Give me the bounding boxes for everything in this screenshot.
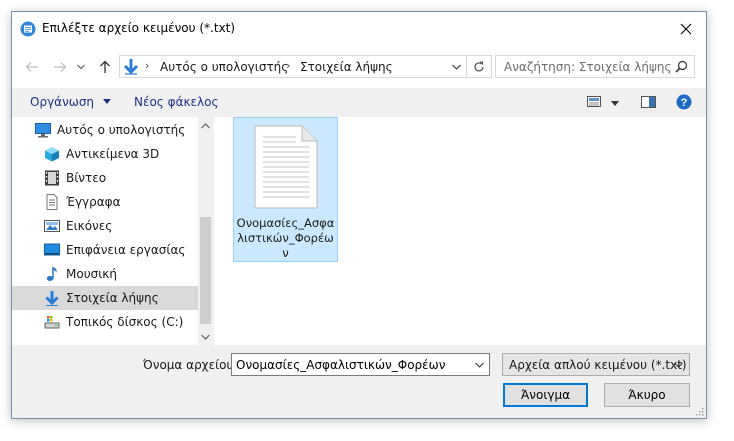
filetype-dropdown-button[interactable] bbox=[669, 354, 687, 375]
filetype-value: Αρχεία απλού κειμένου (*.txt) bbox=[509, 358, 687, 372]
view-options-icon[interactable] bbox=[587, 96, 601, 108]
scroll-thumb[interactable] bbox=[200, 217, 211, 324]
scroll-up-button[interactable] bbox=[198, 117, 213, 134]
caret-down-icon bbox=[102, 99, 111, 104]
file-name-label: Ονομασίες_Ασφαλιστικών_Φορέων bbox=[236, 216, 335, 260]
nav-item-music[interactable]: Μουσική bbox=[12, 262, 198, 286]
filename-label: Όνομα αρχείου: bbox=[143, 358, 238, 372]
address-dropdown-button[interactable] bbox=[445, 56, 467, 77]
arrow-right-icon bbox=[54, 62, 67, 72]
navigation-pane: Αυτός ο υπολογιστής Αντικείμενα 3D Βίντε… bbox=[12, 117, 213, 345]
chevron-down-icon bbox=[673, 362, 683, 368]
desktop-icon bbox=[44, 243, 60, 256]
title-bar: Επιλέξτε αρχείο κειμένου (*.txt) bbox=[12, 12, 706, 46]
refresh-button[interactable] bbox=[466, 56, 491, 77]
filename-input[interactable] bbox=[232, 354, 471, 375]
open-file-dialog: Επιλέξτε αρχείο κειμένου (*.txt) › Αυτός… bbox=[11, 11, 707, 419]
filename-combobox[interactable] bbox=[231, 353, 490, 376]
notepad-icon bbox=[20, 21, 36, 37]
preview-pane-icon[interactable] bbox=[641, 96, 656, 108]
file-list-pane: Ονομασίες_Ασφαλιστικών_Φορέων bbox=[214, 117, 706, 345]
svg-text:?: ? bbox=[681, 97, 688, 109]
disk-drive-icon bbox=[44, 316, 60, 329]
up-button[interactable] bbox=[95, 57, 115, 77]
nav-scrollbar[interactable] bbox=[198, 117, 213, 345]
nav-item-this-pc[interactable]: Αυτός ο υπολογιστής bbox=[12, 118, 198, 142]
nav-item-desktop[interactable]: Επιφάνεια εργασίας bbox=[12, 238, 198, 262]
breadcrumb-separator: › bbox=[286, 59, 291, 72]
address-row: › Αυτός ο υπολογιστής › Στοιχεία λήψης bbox=[12, 46, 706, 88]
film-icon bbox=[45, 170, 59, 186]
search-icon bbox=[675, 60, 688, 73]
filetype-select[interactable]: Αρχεία απλού κειμένου (*.txt) bbox=[502, 353, 690, 376]
scroll-down-button[interactable] bbox=[198, 328, 213, 345]
arrow-left-icon bbox=[25, 62, 38, 72]
breadcrumb-separator: › bbox=[145, 59, 150, 72]
dialog-footer: Όνομα αρχείου: Αρχεία απλού κειμένου (*.… bbox=[12, 345, 706, 418]
open-button[interactable]: Άνοιγμα bbox=[503, 383, 588, 407]
nav-item-label: Έγγραφα bbox=[66, 195, 121, 209]
back-button[interactable] bbox=[22, 57, 42, 77]
nav-item-label: Στοιχεία λήψης bbox=[66, 291, 159, 305]
new-folder-button[interactable]: Νέος φάκελος bbox=[134, 95, 219, 109]
chevron-down-icon bbox=[201, 334, 210, 340]
nav-item-label: Αυτός ο υπολογιστής bbox=[57, 123, 186, 137]
cube-3d-icon bbox=[45, 147, 59, 162]
search-box[interactable] bbox=[495, 55, 695, 78]
chevron-down-icon bbox=[451, 64, 461, 70]
close-button[interactable] bbox=[666, 12, 706, 46]
organize-label: Οργάνωση bbox=[30, 95, 95, 109]
computer-icon bbox=[35, 123, 51, 138]
arrow-up-icon bbox=[100, 60, 110, 73]
filename-dropdown-button[interactable] bbox=[469, 354, 489, 375]
nav-item-downloads[interactable]: Στοιχεία λήψης bbox=[12, 286, 198, 310]
document-icon bbox=[46, 194, 58, 210]
window-title: Επιλέξτε αρχείο κειμένου (*.txt) bbox=[42, 21, 236, 35]
chevron-up-icon bbox=[201, 122, 210, 128]
search-input[interactable] bbox=[496, 56, 674, 77]
nav-item-label: Μουσική bbox=[66, 267, 117, 281]
nav-item-documents[interactable]: Έγγραφα bbox=[12, 190, 198, 214]
nav-item-label: Επιφάνεια εργασίας bbox=[66, 243, 186, 257]
download-arrow-icon bbox=[123, 59, 139, 75]
refresh-icon bbox=[474, 61, 484, 71]
nav-item-videos[interactable]: Βίντεο bbox=[12, 166, 198, 190]
address-bar[interactable]: › Αυτός ο υπολογιστής › Στοιχεία λήψης bbox=[119, 55, 492, 78]
forward-button[interactable] bbox=[50, 57, 70, 77]
view-dropdown-icon[interactable] bbox=[611, 101, 619, 106]
new-folder-label: Νέος φάκελος bbox=[134, 95, 219, 109]
nav-item-3d-objects[interactable]: Αντικείμενα 3D bbox=[12, 142, 198, 166]
file-item[interactable]: Ονομασίες_Ασφαλιστικών_Φορέων bbox=[233, 117, 338, 262]
chevron-down-icon bbox=[474, 362, 484, 368]
nav-item-local-disk[interactable]: Τοπικός δίσκος (C:) bbox=[12, 310, 198, 334]
breadcrumb-downloads[interactable]: Στοιχεία λήψης bbox=[300, 60, 393, 74]
download-arrow-icon bbox=[45, 291, 59, 306]
help-icon[interactable]: ? bbox=[676, 94, 692, 110]
close-icon bbox=[680, 23, 692, 35]
text-file-icon bbox=[254, 125, 318, 209]
recent-locations-button[interactable] bbox=[74, 57, 88, 77]
resize-grip-icon[interactable] bbox=[694, 406, 704, 416]
nav-item-label: Βίντεο bbox=[66, 171, 107, 185]
breadcrumb-this-pc[interactable]: Αυτός ο υπολογιστής bbox=[160, 60, 288, 74]
nav-item-pictures[interactable]: Εικόνες bbox=[12, 214, 198, 238]
nav-item-label: Εικόνες bbox=[66, 219, 113, 233]
picture-icon bbox=[44, 220, 60, 232]
music-note-icon bbox=[46, 267, 57, 281]
nav-item-label: Τοπικός δίσκος (C:) bbox=[66, 315, 184, 329]
command-bar: Οργάνωση Νέος φάκελος ? bbox=[12, 88, 706, 118]
nav-item-label: Αντικείμενα 3D bbox=[66, 147, 160, 161]
organize-button[interactable]: Οργάνωση bbox=[30, 95, 111, 109]
cancel-button[interactable]: Άκυρο bbox=[604, 383, 690, 407]
chevron-down-icon bbox=[77, 64, 85, 70]
